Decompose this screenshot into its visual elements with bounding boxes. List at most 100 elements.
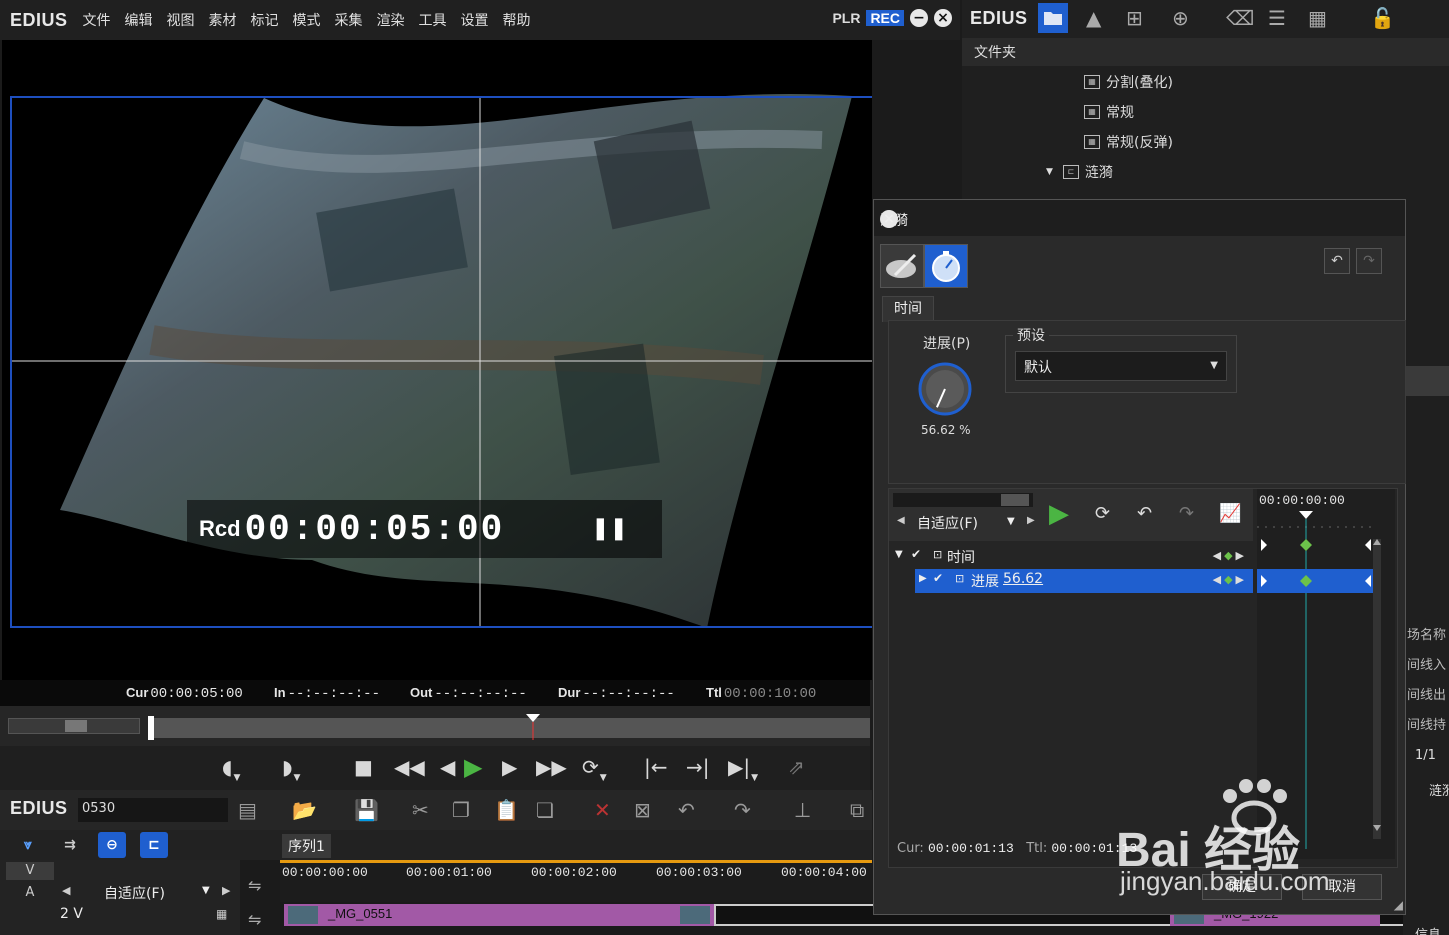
export-icon[interactable]: ⇗ [788,754,805,780]
menu-settings[interactable]: 设置 [461,10,489,30]
info-tab[interactable]: 信息 [1415,924,1441,935]
plr-label[interactable]: PLR [832,10,860,26]
fit-next-icon[interactable]: ▶ [222,884,230,897]
minimize-icon[interactable]: − [910,9,928,27]
undo-effect-icon[interactable]: ↶ [1324,248,1350,274]
menu-capture[interactable]: 采集 [335,10,363,30]
in-point-handle[interactable] [148,716,154,740]
close-icon[interactable]: × [934,9,952,27]
set-out-icon[interactable]: ◗▼ [282,754,300,791]
paste-icon[interactable]: 📋 [494,798,519,822]
marker-icon[interactable]: ⊥ [794,798,811,822]
triangle-icon[interactable]: ▲ [1086,6,1101,30]
tree-item-normal[interactable]: ▦ 常规 [1084,102,1134,122]
effect-time-tab[interactable] [924,244,968,288]
fit-prev-icon[interactable]: ◀ [62,884,70,897]
folder-view-button[interactable] [1038,3,1068,33]
play-icon[interactable]: ▶ [464,754,482,780]
keyframe-nav[interactable]: ◀◆▶ [1213,549,1247,562]
keyframe-zoom-slider[interactable] [893,493,1033,507]
redo-effect-icon[interactable]: ↷ [1356,248,1382,274]
paste-special-icon[interactable]: ❏ [536,798,554,822]
checkbox-icon[interactable]: ✔ [933,571,943,585]
keyframe-fit-label[interactable]: 自适应(F) [917,513,978,533]
go-to-out-icon[interactable]: →| [686,754,710,780]
preset-dropdown[interactable]: 默认 ▼ [1015,351,1227,381]
tab-time[interactable]: 时间 [882,296,934,322]
ok-button[interactable]: 确定 [1202,874,1282,900]
undo-icon[interactable]: ↶ [678,798,695,822]
menu-help[interactable]: 帮助 [503,10,531,30]
playhead-marker[interactable] [526,714,540,740]
clip-mg0551[interactable]: _MG_0551 [284,904,714,926]
row-progress-value[interactable]: 56.62 [1003,571,1043,587]
track-a-label[interactable]: A [6,884,54,902]
fit-prev-icon[interactable]: ◀ [897,515,905,526]
track-v-label[interactable]: V [6,862,54,880]
insert-icon[interactable]: ▶|▼ [728,754,758,791]
open-project-icon[interactable]: 📂 [292,798,317,822]
tree-item-ripple[interactable]: ▼ ⊏ 涟漪 [1046,162,1113,182]
fit-dropdown-icon[interactable]: ▼ [1007,516,1015,527]
timeline-ruler[interactable]: 00:00:00:00 00:00:01:00 00:00:02:00 00:0… [280,860,872,902]
tab-sequence1[interactable]: 序列1 [282,834,331,858]
menu-edit[interactable]: 编辑 [125,10,153,30]
link-mode-icon[interactable]: ⊖ [98,832,126,858]
swap-icon[interactable]: ⇋ [248,876,261,895]
menu-render[interactable]: 渲染 [377,10,405,30]
step-forward-icon[interactable]: ▶ [502,754,517,780]
loop-icon[interactable]: ⟳▼ [582,754,607,791]
timeline-fit-label[interactable]: 自适应(F) [104,883,165,903]
add-clip-icon[interactable]: ⊕ [1172,6,1189,30]
menu-view[interactable]: 视图 [167,10,195,30]
kf-row-time[interactable]: ▼ ✔ ⊡ 时间 ◀◆▶ [889,545,1253,569]
go-to-in-icon[interactable]: |← [644,754,668,780]
step-back-icon[interactable]: ◀ [440,754,455,780]
copy-icon[interactable]: ❐ [452,798,470,822]
plr-rec-switch[interactable]: PLR REC − × [832,9,952,27]
grid-view-icon[interactable]: ▦ [1308,6,1327,30]
keyframe-nav[interactable]: ◀◆▶ [1213,573,1247,586]
expand-icon[interactable]: ▶ [919,573,927,584]
position-slider[interactable] [148,718,870,738]
set-in-icon[interactable]: ◖▼ [222,754,240,791]
menu-clip[interactable]: 素材 [209,10,237,30]
cancel-button[interactable]: 取消 [1302,874,1382,900]
cut-icon[interactable]: ✂ [412,798,429,822]
redo-icon[interactable]: ↷ [734,798,751,822]
group-mode-icon[interactable]: ⊏ [140,832,168,858]
keyframe-loop-icon[interactable]: ⟳ [1095,503,1110,524]
keyframe-play-icon[interactable]: ▶ [1049,499,1069,529]
rec-label[interactable]: REC [866,10,904,26]
lock-icon[interactable]: 🔓 [1370,6,1395,30]
fit-dropdown-icon[interactable]: ▼ [202,885,210,896]
delete-bin-icon[interactable]: ⌫ [1226,6,1254,30]
stop-icon[interactable]: ■ [354,754,373,780]
keyframe-undo-icon[interactable]: ↶ [1137,503,1152,524]
delete-icon[interactable]: ✕ [594,798,611,822]
track-view-icon[interactable]: ▦ [216,907,227,921]
shuttle-slider[interactable] [8,718,140,734]
effect-paint-tab[interactable] [880,244,924,288]
checkbox-icon[interactable]: ✔ [911,547,921,561]
sync-lock-icon[interactable]: ⩔ [14,832,42,858]
progress-dial[interactable] [917,361,973,417]
track-sync-icon[interactable]: ⇉ [56,832,84,858]
render-icon[interactable]: ⧉ [850,798,864,822]
graph-icon[interactable]: 📈 [1219,503,1241,524]
list-view-icon[interactable]: ☰ [1268,6,1286,30]
keyframe-redo-icon[interactable]: ↷ [1179,503,1194,524]
menu-file[interactable]: 文件 [83,10,111,30]
fit-next-icon[interactable]: ▶ [1027,515,1035,526]
menu-mode[interactable]: 模式 [293,10,321,30]
collapse-icon[interactable]: ▼ [895,549,903,560]
fast-forward-icon[interactable]: ▶▶ [536,754,567,780]
tree-item-normal-bounce[interactable]: ▦ 常规(反弹) [1084,132,1173,152]
rewind-icon[interactable]: ◀◀ [394,754,425,780]
save-icon[interactable]: 💾 [354,798,379,822]
folder-tree-icon[interactable]: ⊞ [1126,6,1143,30]
menu-tools[interactable]: 工具 [419,10,447,30]
track-name[interactable]: 2 V [60,906,83,922]
menu-marker[interactable]: 标记 [251,10,279,30]
expand-arrow-icon[interactable]: ▼ [1046,167,1053,177]
